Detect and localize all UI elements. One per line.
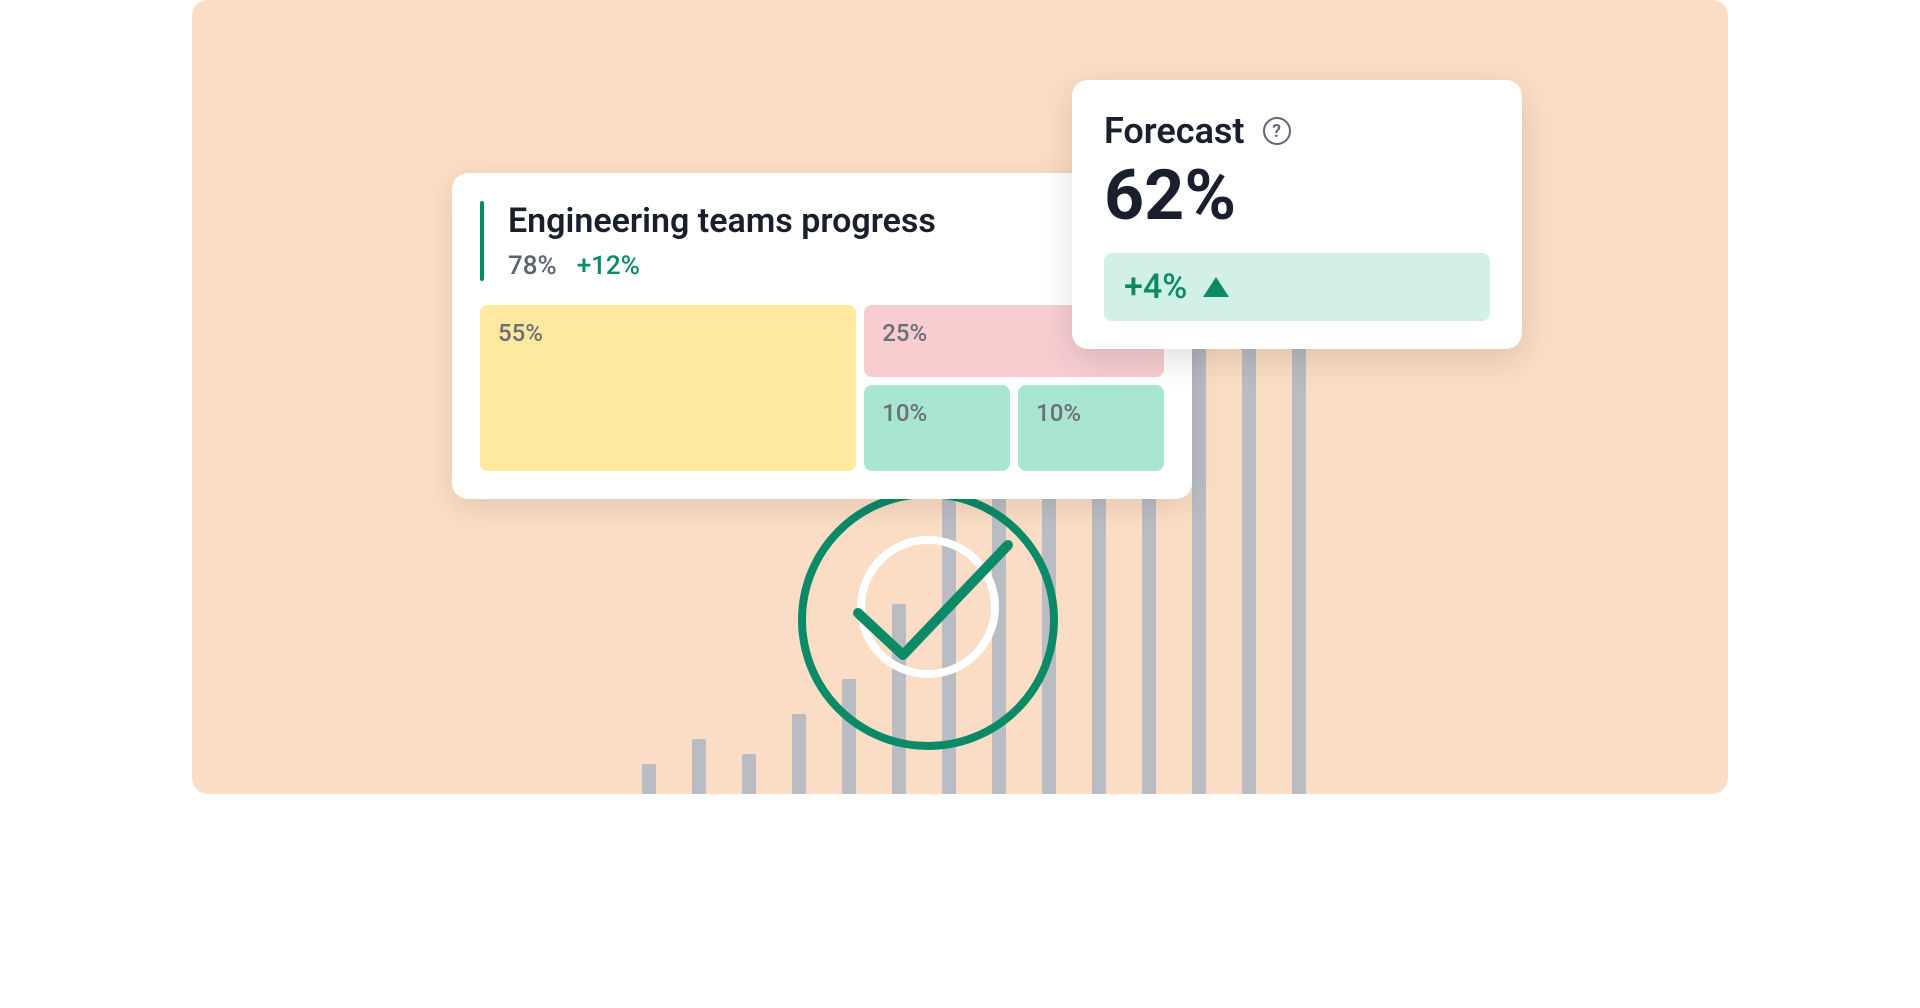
forecast-delta-badge: +4% [1104, 253, 1490, 321]
treemap-tile-mint-b: 10% [1018, 385, 1164, 471]
bar [742, 754, 756, 794]
forecast-header: Forecast ? [1104, 110, 1490, 152]
bar [1192, 349, 1206, 794]
bar [1242, 324, 1256, 794]
checkmark-icon [823, 525, 1033, 695]
forecast-value: 62% [1104, 158, 1490, 235]
forecast-delta-text: +4% [1124, 267, 1187, 307]
bar [1292, 299, 1306, 794]
treemap: 55% 25% 10% 10% [480, 305, 1164, 471]
progress-title: Engineering teams progress [508, 201, 936, 241]
accent-bar [480, 201, 484, 281]
bar [692, 739, 706, 794]
progress-percent: 78% [508, 251, 557, 281]
triangle-up-icon [1203, 277, 1229, 297]
checkmark-badge [798, 490, 1058, 750]
treemap-tile-main: 55% [480, 305, 856, 471]
treemap-tile-mint-a: 10% [864, 385, 1010, 471]
forecast-card: Forecast ? 62% +4% [1072, 80, 1522, 349]
bar [1092, 479, 1106, 794]
bar [642, 764, 656, 794]
help-icon[interactable]: ? [1263, 117, 1291, 145]
progress-header: Engineering teams progress 78% +12% [480, 201, 1164, 281]
forecast-title: Forecast [1104, 110, 1245, 152]
progress-delta: +12% [577, 251, 640, 281]
dashboard-stage: Engineering teams progress 78% +12% 55% … [192, 0, 1728, 794]
progress-stats: 78% +12% [508, 251, 936, 281]
